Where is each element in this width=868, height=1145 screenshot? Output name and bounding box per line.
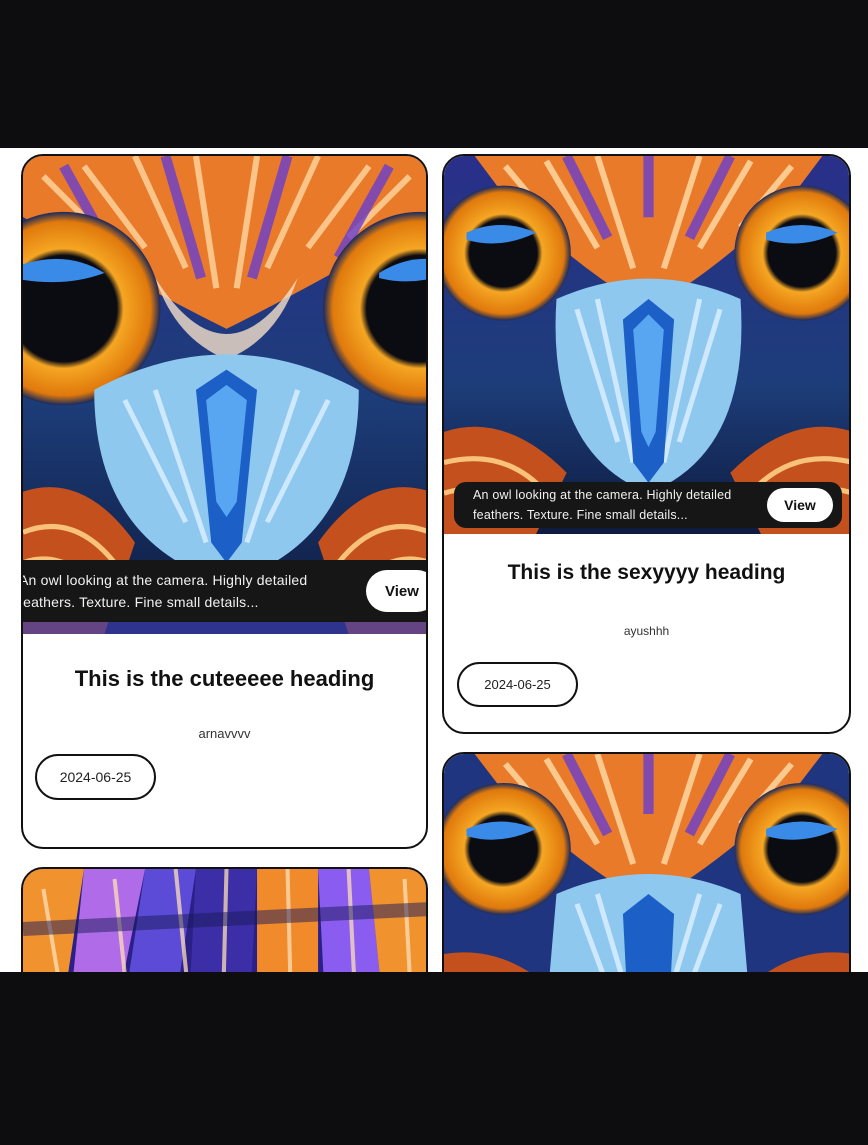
owl-artwork-image <box>444 754 849 972</box>
date-badge: 2024-06-25 <box>35 754 156 800</box>
owl-artwork-image <box>444 156 849 534</box>
view-button[interactable]: View <box>767 488 833 522</box>
caption-line: feathers. Texture. Fine small details... <box>473 508 688 522</box>
image-card[interactable] <box>442 752 851 972</box>
owl-artwork-image <box>23 869 426 972</box>
gallery-feed[interactable]: An owl looking at the camera. Highly det… <box>0 148 868 972</box>
image-card[interactable]: An owl looking at the camera. Highly det… <box>21 154 428 849</box>
card-author: ayushhh <box>623 624 670 638</box>
caption-line: feathers. Texture. Fine small details... <box>21 594 259 610</box>
image-caption-overlay: An owl looking at the camera. Highly det… <box>454 482 842 528</box>
caption-line: An owl looking at the camera. Highly det… <box>21 572 308 588</box>
image-caption-overlay: An owl looking at the camera. Highly det… <box>21 560 426 622</box>
date-badge: 2024-06-25 <box>457 662 578 707</box>
image-card[interactable] <box>21 867 428 972</box>
card-author: arnavvvv <box>198 726 251 741</box>
card-heading: This is the cuteeeee heading <box>74 666 375 691</box>
top-black-band <box>0 0 868 148</box>
caption-line: An owl looking at the camera. Highly det… <box>473 488 732 502</box>
card-heading: This is the sexyyyy heading <box>507 561 786 584</box>
bottom-black-band <box>0 972 868 1145</box>
image-card[interactable]: An owl looking at the camera. Highly det… <box>442 154 851 734</box>
view-button[interactable]: View <box>366 570 426 612</box>
